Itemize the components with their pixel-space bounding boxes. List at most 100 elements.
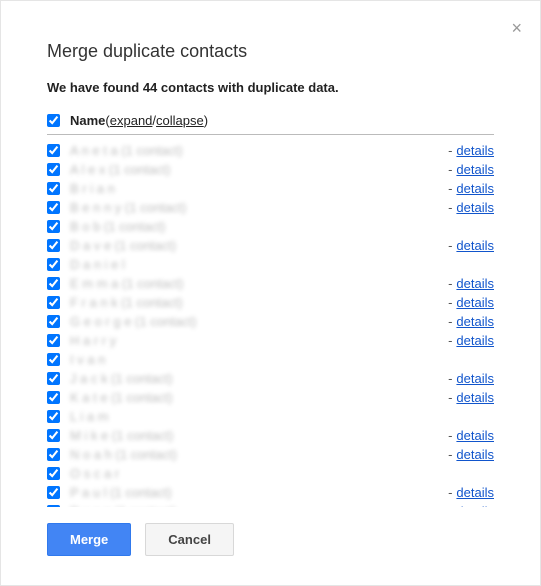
- list-item: J a c k (1 contact) - details: [47, 369, 494, 388]
- details-link[interactable]: details: [456, 295, 494, 310]
- details-link[interactable]: details: [456, 428, 494, 443]
- details-link[interactable]: details: [456, 238, 494, 253]
- details-link[interactable]: details: [456, 371, 494, 386]
- details-link[interactable]: details: [456, 485, 494, 500]
- contact-checkbox[interactable]: [47, 372, 60, 385]
- contact-name: O s c a r: [70, 466, 494, 481]
- list-item: F r a n k (1 contact) - details: [47, 293, 494, 312]
- details-link[interactable]: details: [456, 200, 494, 215]
- details-link[interactable]: details: [456, 447, 494, 462]
- details-link[interactable]: details: [456, 276, 494, 291]
- separator: -: [448, 333, 452, 348]
- contact-checkbox[interactable]: [47, 258, 60, 271]
- dialog-title: Merge duplicate contacts: [47, 41, 494, 62]
- contact-checkbox[interactable]: [47, 410, 60, 423]
- contact-name: G e o r g e (1 contact): [70, 314, 444, 329]
- contact-checkbox[interactable]: [47, 448, 60, 461]
- list-item: M i k e (1 contact) - details: [47, 426, 494, 445]
- dialog-summary: We have found 44 contacts with duplicate…: [47, 80, 494, 95]
- separator: -: [448, 390, 452, 405]
- list-header: Name ( expand / collapse ): [47, 113, 494, 135]
- separator: -: [448, 295, 452, 310]
- separator: -: [448, 181, 452, 196]
- contact-name: R y a n (1 contact): [70, 504, 444, 507]
- separator: -: [448, 447, 452, 462]
- contact-checkbox[interactable]: [47, 486, 60, 499]
- paren-close: ): [204, 113, 208, 128]
- list-item: B e n n y (1 contact) - details: [47, 198, 494, 217]
- contact-name: A n e t a (1 contact): [70, 143, 444, 158]
- list-item: O s c a r: [47, 464, 494, 483]
- list-item: A l e x (1 contact) - details: [47, 160, 494, 179]
- separator: -: [448, 314, 452, 329]
- list-item: G e o r g e (1 contact) - details: [47, 312, 494, 331]
- merge-dialog: × Merge duplicate contacts We have found…: [0, 0, 541, 586]
- list-item: N o a h (1 contact) - details: [47, 445, 494, 464]
- contact-name: B e n n y (1 contact): [70, 200, 444, 215]
- list-item: B o b (1 contact): [47, 217, 494, 236]
- select-all-checkbox[interactable]: [47, 114, 60, 127]
- contact-name: P a u l (1 contact): [70, 485, 444, 500]
- details-link[interactable]: details: [456, 314, 494, 329]
- contact-name: H a r r y: [70, 333, 444, 348]
- close-icon[interactable]: ×: [511, 19, 522, 37]
- contact-checkbox[interactable]: [47, 353, 60, 366]
- contact-list[interactable]: A n e t a (1 contact) - detailsA l e x (…: [47, 137, 494, 507]
- separator: -: [448, 162, 452, 177]
- list-item: D a n i e l: [47, 255, 494, 274]
- contact-checkbox[interactable]: [47, 277, 60, 290]
- list-item: D a v e (1 contact) - details: [47, 236, 494, 255]
- contact-name: E m m a (1 contact): [70, 276, 444, 291]
- contact-checkbox[interactable]: [47, 220, 60, 233]
- contact-name: A l e x (1 contact): [70, 162, 444, 177]
- contact-name: J a c k (1 contact): [70, 371, 444, 386]
- collapse-link[interactable]: collapse: [156, 113, 204, 128]
- contact-name: D a n i e l: [70, 257, 494, 272]
- contact-checkbox[interactable]: [47, 201, 60, 214]
- contact-checkbox[interactable]: [47, 391, 60, 404]
- separator: -: [448, 485, 452, 500]
- list-item: E m m a (1 contact) - details: [47, 274, 494, 293]
- contact-name: B o b (1 contact): [70, 219, 494, 234]
- contact-checkbox[interactable]: [47, 429, 60, 442]
- list-item: B r i a n - details: [47, 179, 494, 198]
- details-link[interactable]: details: [456, 143, 494, 158]
- separator: -: [448, 200, 452, 215]
- details-link[interactable]: details: [456, 504, 494, 507]
- contact-checkbox[interactable]: [47, 505, 60, 507]
- contact-checkbox[interactable]: [47, 296, 60, 309]
- contact-name: B r i a n: [70, 181, 444, 196]
- contact-checkbox[interactable]: [47, 334, 60, 347]
- contact-name: K a t e (1 contact): [70, 390, 444, 405]
- contact-checkbox[interactable]: [47, 163, 60, 176]
- list-item: L i a m: [47, 407, 494, 426]
- separator: -: [448, 238, 452, 253]
- contact-checkbox[interactable]: [47, 315, 60, 328]
- contact-checkbox[interactable]: [47, 239, 60, 252]
- contact-name: M i k e (1 contact): [70, 428, 444, 443]
- details-link[interactable]: details: [456, 333, 494, 348]
- separator: -: [448, 276, 452, 291]
- merge-button[interactable]: Merge: [47, 523, 131, 556]
- list-item: A n e t a (1 contact) - details: [47, 141, 494, 160]
- details-link[interactable]: details: [456, 390, 494, 405]
- contact-checkbox[interactable]: [47, 144, 60, 157]
- separator: -: [448, 371, 452, 386]
- separator: -: [448, 504, 452, 507]
- contact-checkbox[interactable]: [47, 182, 60, 195]
- list-item: P a u l (1 contact) - details: [47, 483, 494, 502]
- contact-name: D a v e (1 contact): [70, 238, 444, 253]
- contact-checkbox[interactable]: [47, 467, 60, 480]
- cancel-button[interactable]: Cancel: [145, 523, 234, 556]
- contact-name: I v a n: [70, 352, 494, 367]
- button-bar: Merge Cancel: [47, 523, 494, 556]
- details-link[interactable]: details: [456, 162, 494, 177]
- name-column-label: Name: [70, 113, 105, 128]
- list-item: K a t e (1 contact) - details: [47, 388, 494, 407]
- details-link[interactable]: details: [456, 181, 494, 196]
- expand-link[interactable]: expand: [110, 113, 153, 128]
- contact-name: L i a m: [70, 409, 494, 424]
- contact-name: F r a n k (1 contact): [70, 295, 444, 310]
- list-item: I v a n: [47, 350, 494, 369]
- list-item: R y a n (1 contact) - details: [47, 502, 494, 507]
